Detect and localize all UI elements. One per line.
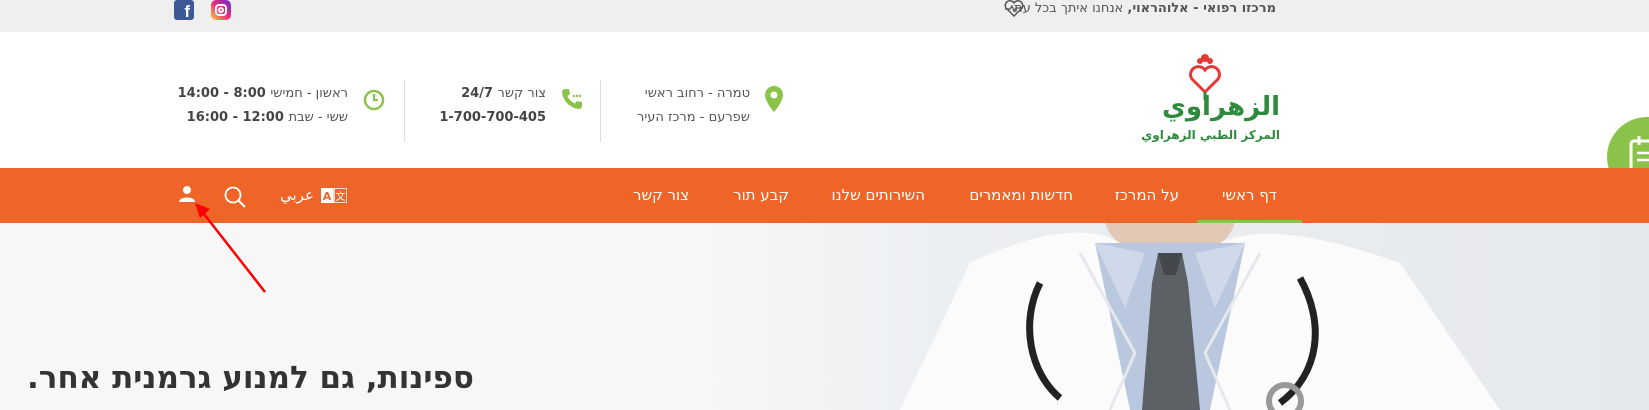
divider (404, 80, 405, 142)
phone-line1-value: 24/7 (461, 86, 498, 101)
tagline: מרכזו רפואי - אלוהראוי, אנחנו איתך בכל ע… (1014, 0, 1276, 17)
location-line1-label: טמרה (716, 86, 750, 101)
location-line2-label: שפרעם (708, 110, 750, 125)
top-bar: מרכזו רפואי - אלוהראוי, אנחנו איתך בכל ע… (0, 0, 1649, 32)
svg-text:A: A (323, 190, 332, 203)
nav-news[interactable]: חדשות ומאמרים (969, 168, 1073, 223)
facebook-letter: f (184, 2, 190, 21)
location-line1-value: - רחוב ראשי (644, 86, 717, 101)
hours-line2-label: ששי - שבת (288, 110, 348, 125)
svg-text:文: 文 (336, 190, 346, 203)
instagram-icon[interactable] (211, 0, 231, 20)
phone-line1-label: צור קשר (497, 86, 547, 101)
heart-pulse-icon (1003, 0, 1025, 18)
hero-title: ספינות, גם למנוע גרמנית אחר. (27, 360, 474, 396)
logo-subtitle: المركز الطبي الزهراوي (1141, 128, 1280, 142)
location-line2-value: - מרכז העיר (637, 110, 709, 125)
divider (600, 80, 601, 142)
phone-icon (562, 89, 582, 109)
hours-line1-value: 8:00 - 14:00 (177, 86, 271, 101)
clock-icon (363, 89, 385, 111)
map-pin-icon (765, 86, 783, 112)
header: الزهراوي المركز الطبي الزهراوي טמרה - רח… (0, 32, 1649, 197)
nav-services[interactable]: השירותים שלנו (831, 168, 925, 223)
phone-info: צור קשר 24/7 1-700-700-405 (439, 82, 546, 130)
location-info: טמרה - רחוב ראשי שפרעם - מרכז העיר (637, 82, 750, 130)
nav-appointment[interactable]: קבע תור (733, 168, 789, 223)
doctor-image (900, 223, 1500, 410)
logo-name: الزهراوي (1162, 92, 1280, 122)
logo[interactable]: الزهراوي المركز الطبي الزهراوي (1141, 52, 1280, 147)
tagline-bold: מרכזו רפואי - אלוהראוי, (1127, 1, 1276, 16)
facebook-icon[interactable]: f (174, 0, 194, 21)
hours-line1-label: ראשון - חמישי (270, 86, 348, 101)
nav-contact[interactable]: צור קשר (633, 168, 689, 223)
phone-number[interactable]: 1-700-700-405 (439, 110, 546, 125)
language-switch[interactable]: عربي (280, 168, 314, 223)
hours-line2-value: 12:00 - 16:00 (186, 110, 289, 125)
tagline-text: אנחנו איתך בכל עת (1014, 1, 1124, 16)
annotation-arrow (195, 203, 266, 293)
language-icon[interactable]: A 文 (321, 188, 347, 203)
nav-about[interactable]: על המרכז (1115, 168, 1179, 223)
hours-info: ראשון - חמישי 8:00 - 14:00 ששי - שבת 12:… (178, 82, 348, 130)
nav-home[interactable]: דף ראשי (1196, 168, 1303, 223)
